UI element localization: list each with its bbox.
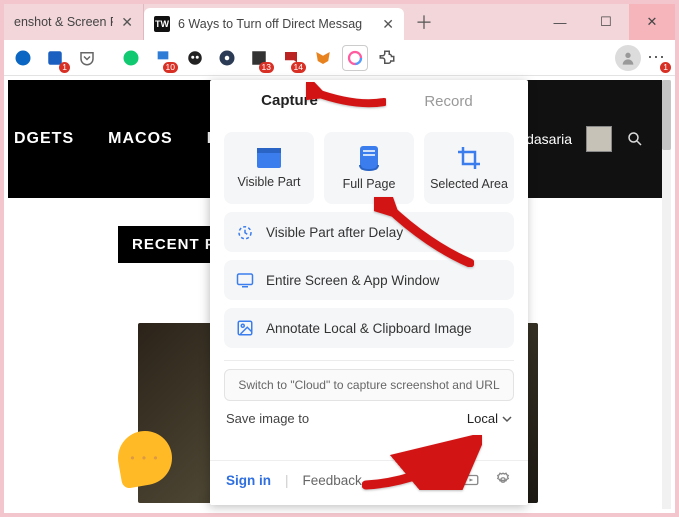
card-label: Selected Area: [430, 177, 508, 191]
badge: 13: [259, 62, 274, 73]
extension-icon[interactable]: 10: [150, 45, 176, 71]
annotate-image-button[interactable]: Annotate Local & Clipboard Image: [224, 308, 514, 348]
panel-tabs: Capture Record: [210, 80, 528, 122]
extension-icon[interactable]: 14: [278, 45, 304, 71]
screen-icon: [236, 271, 254, 289]
extension-icon[interactable]: [10, 45, 36, 71]
switch-cloud-button[interactable]: Switch to "Cloud" to capture screenshot …: [224, 369, 514, 401]
badge: 1: [660, 62, 671, 73]
chevron-down-icon: [502, 414, 512, 424]
scrollbar-track[interactable]: [662, 80, 671, 509]
save-destination-row: Save image to Local: [210, 401, 528, 430]
close-tab-icon[interactable]: ✕: [382, 16, 394, 33]
badge: 10: [163, 62, 178, 73]
extension-icon[interactable]: 13: [246, 45, 272, 71]
search-icon[interactable]: [626, 130, 644, 148]
save-label: Save image to: [226, 411, 309, 426]
feedback-link[interactable]: Feedback: [303, 473, 362, 488]
badge: 1: [59, 62, 70, 73]
panel-footer: Sign in | Feedback: [210, 460, 528, 499]
window-controls: — ☐ ✕: [537, 4, 675, 40]
capture-full-page-button[interactable]: Full Page: [324, 132, 414, 204]
tw-favicon: TW: [154, 16, 170, 32]
new-tab-button[interactable]: ＋: [404, 4, 444, 40]
capture-selected-area-button[interactable]: Selected Area: [424, 132, 514, 204]
browser-toolbar: 1 10 13 14 ⋯1: [4, 40, 675, 76]
maximize-button[interactable]: ☐: [583, 4, 629, 40]
minimize-button[interactable]: —: [537, 4, 583, 40]
tab-capture[interactable]: Capture: [210, 80, 369, 122]
menu-button[interactable]: ⋯1: [643, 45, 669, 71]
browser-titlebar: enshot & Screen R ✕ TW 6 Ways to Turn of…: [4, 4, 675, 40]
row-label: Entire Screen & App Window: [266, 273, 439, 288]
pocket-icon[interactable]: [74, 45, 100, 71]
sign-in-link[interactable]: Sign in: [226, 473, 271, 488]
window-icon: [256, 147, 282, 169]
nav-item[interactable]: DGETS: [14, 130, 74, 148]
divider: [106, 45, 112, 71]
nimbus-capture-panel: Capture Record Visible Part Full Page Se…: [210, 80, 528, 505]
badge: 14: [291, 62, 306, 73]
close-tab-icon[interactable]: ✕: [121, 14, 133, 31]
metamask-icon[interactable]: [310, 45, 336, 71]
switch-hint: Switch to "Cloud" to capture screenshot …: [238, 378, 499, 392]
timer-icon: [236, 223, 254, 241]
nimbus-icon[interactable]: [342, 45, 368, 71]
extension-icon[interactable]: [214, 45, 240, 71]
tab-active[interactable]: TW 6 Ways to Turn off Direct Messag ✕: [144, 8, 404, 40]
tab-title: 6 Ways to Turn off Direct Messag: [178, 17, 374, 31]
capture-visible-part-button[interactable]: Visible Part: [224, 132, 314, 204]
tab-inactive[interactable]: enshot & Screen R ✕: [4, 4, 144, 40]
row-label: Visible Part after Delay: [266, 225, 403, 240]
entire-screen-button[interactable]: Entire Screen & App Window: [224, 260, 514, 300]
nav-item[interactable]: MACOS: [108, 130, 173, 148]
scrollbar-thumb[interactable]: [662, 80, 671, 150]
image-icon: [236, 319, 254, 337]
visible-part-after-delay-button[interactable]: Visible Part after Delay: [224, 212, 514, 252]
card-label: Full Page: [343, 177, 396, 191]
gear-icon[interactable]: [494, 471, 512, 489]
card-label: Visible Part: [238, 175, 301, 189]
author-avatar[interactable]: [586, 126, 612, 152]
dest-value: Local: [467, 411, 498, 426]
profile-avatar[interactable]: [615, 45, 641, 71]
extensions-menu-icon[interactable]: [374, 45, 400, 71]
crop-icon: [456, 145, 482, 171]
scroll-page-icon: [357, 145, 381, 171]
tab-record[interactable]: Record: [369, 80, 528, 122]
close-window-button[interactable]: ✕: [629, 4, 675, 40]
video-icon[interactable]: [462, 471, 480, 489]
divider: [224, 360, 514, 361]
row-label: Annotate Local & Clipboard Image: [266, 321, 472, 336]
extension-icon[interactable]: [182, 45, 208, 71]
save-destination-dropdown[interactable]: Local: [467, 411, 512, 426]
extension-icon[interactable]: 1: [42, 45, 68, 71]
tab-title: enshot & Screen R: [14, 15, 113, 29]
grammarly-icon[interactable]: [118, 45, 144, 71]
chat-bubble-icon: [114, 427, 177, 490]
